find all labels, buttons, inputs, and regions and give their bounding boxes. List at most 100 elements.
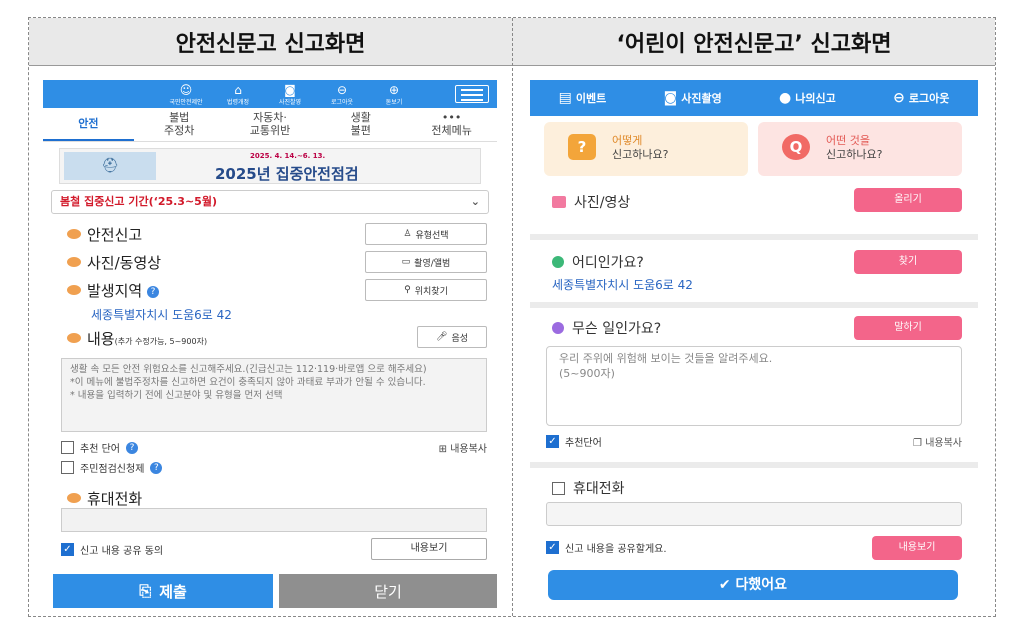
- content-textarea[interactable]: 우리 주위에 위험해 보이는 것들을 알려주세요. (5~900자): [546, 346, 962, 426]
- where-label: 어디인가요?: [552, 252, 644, 272]
- camera-icon: ◙: [663, 90, 678, 106]
- safety-report-label: 안전신고: [87, 226, 143, 244]
- top-bar: ☺ 국민안전제안 ⌂ 법령개정 ◙ 사진찰영 ⊖ 로그아웃 ⊕ 돋보기: [43, 80, 497, 108]
- orange-dot-icon: [67, 333, 81, 343]
- question-icon: ?: [568, 134, 596, 160]
- type-select-button[interactable]: ♙ 유형선택: [365, 223, 487, 245]
- what-to-report-card[interactable]: Q 어떤 것을 신고하나요?: [758, 122, 962, 176]
- upload-button[interactable]: 올리기: [854, 188, 962, 212]
- copy-content-button[interactable]: ⊞ 내용복사: [439, 440, 487, 455]
- hamburger-menu-icon[interactable]: [455, 85, 489, 103]
- phone-input[interactable]: [61, 508, 487, 532]
- done-button[interactable]: ✔ 다했어요: [548, 570, 958, 600]
- orange-dot-icon: [67, 285, 81, 295]
- share-agree-checkbox[interactable]: ✓ 신고 내용 공유 동의: [61, 542, 163, 557]
- mic-icon: 🎤︎: [436, 332, 448, 342]
- content-label: 내용(추가 수정가능, 5~900자): [87, 330, 208, 348]
- phone-label[interactable]: 휴대전화: [552, 478, 625, 498]
- help-icon[interactable]: ?: [146, 285, 159, 298]
- camera-album-button[interactable]: ▭ 촬영/앨범: [365, 251, 487, 273]
- copy-icon: ❐: [913, 438, 922, 449]
- recommend-word-checkbox[interactable]: 추천 단어?: [61, 440, 138, 455]
- banner-title: 2025년 집중안전점검: [215, 165, 359, 183]
- location-row: 발생지역 ? ⚲ 위치찾기: [43, 276, 497, 304]
- category-tabs: 안전 불법 주정차 자동차· 교통위반 생활 불편 ••• 전체메뉴: [43, 108, 497, 142]
- share-agree-checkbox[interactable]: ✓ 신고 내용을 공유할게요.: [546, 540, 667, 555]
- section-gap: [530, 462, 978, 468]
- search-icon: Q: [782, 134, 810, 160]
- law-icon[interactable]: ⌂ 법령개정: [215, 83, 261, 106]
- tab-all-menu[interactable]: ••• 전체메뉴: [406, 108, 497, 141]
- left-header: 안전신문고 신고화면: [175, 32, 366, 57]
- tab-illegal-parking[interactable]: 불법 주정차: [134, 108, 225, 141]
- content-textarea[interactable]: 생활 속 모든 안전 위험요소를 신고해주세요.(긴급신고는 112·119·바…: [61, 358, 487, 432]
- content-row: 내용(추가 수정가능, 5~900자) 🎤︎ 음성: [43, 324, 497, 352]
- view-content-button[interactable]: 내용보기: [371, 538, 487, 560]
- address-text: 세종특별자치시 도움6로 42: [552, 278, 693, 292]
- photo-video-label: 사진/동영상: [87, 254, 162, 272]
- address-row: 세종특별자치시 도움6로 42: [43, 304, 497, 324]
- orange-dot-icon: [67, 493, 81, 503]
- camera-icon[interactable]: ◙ 사진찰영: [267, 83, 313, 106]
- help-icon[interactable]: ?: [125, 441, 138, 454]
- tab-safety[interactable]: 안전: [43, 108, 134, 141]
- find-location-button[interactable]: ⚲ 위치찾기: [365, 279, 487, 301]
- magnifier-icon[interactable]: ⊕ 돋보기: [371, 83, 417, 106]
- photo-icon: [552, 196, 566, 208]
- tab-living-inconvenience[interactable]: 생활 불편: [315, 108, 406, 141]
- speak-button[interactable]: 말하기: [854, 316, 962, 340]
- phone-input[interactable]: [546, 502, 962, 526]
- section-gap: [530, 234, 978, 240]
- chevron-down-icon: ⌄: [470, 195, 480, 208]
- how-to-report-card[interactable]: ? 어떻게 신고하나요?: [544, 122, 748, 176]
- address-text: 세종특별자치시 도움6로 42: [91, 308, 232, 322]
- find-button[interactable]: 찾기: [854, 250, 962, 274]
- location-label: 발생지역 ?: [87, 280, 159, 301]
- orange-dot-icon: [67, 229, 81, 239]
- banner-logo: ⛑: [64, 152, 156, 180]
- recommend-word-checkbox[interactable]: ✓ 추천단어: [546, 434, 602, 449]
- person-icon: ♙: [403, 229, 412, 239]
- copy-content-button[interactable]: ❐ 내용복사: [913, 434, 962, 449]
- period-select[interactable]: 봄철 집중신고 기간(‘25.3~5월) ⌄: [51, 190, 489, 214]
- resident-request-checkbox[interactable]: 주민점검신청제?: [61, 460, 163, 475]
- logout-icon[interactable]: ⊖ 로그아웃: [319, 83, 365, 106]
- view-content-button[interactable]: 내용보기: [872, 536, 962, 560]
- photo-video-label: 사진/영상: [552, 192, 630, 212]
- section-gap: [530, 302, 978, 308]
- check-icon: ✔: [718, 577, 731, 593]
- submit-button[interactable]: ⎘ 제출: [53, 574, 273, 608]
- proposal-icon[interactable]: ☺ 국민안전제안: [163, 83, 209, 106]
- image-icon: ▭: [401, 257, 411, 267]
- lock-icon: ⊖: [893, 90, 905, 106]
- banner-dates: 2025. 4. 14.~6. 13.: [250, 152, 326, 160]
- close-button[interactable]: 닫기: [279, 574, 497, 608]
- safety-report-screen: ☺ 국민안전제안 ⌂ 법령개정 ◙ 사진찰영 ⊖ 로그아웃 ⊕ 돋보기 안전 불법 주정차…: [43, 80, 497, 610]
- right-header: ‘어린이 안전신문고’ 신고화면: [616, 32, 892, 57]
- pin-icon: ⚲: [404, 285, 411, 295]
- speech-bubble-icon: [552, 322, 564, 334]
- what-label: 무슨 일인가요?: [552, 318, 661, 338]
- safety-report-row: 안전신고 ♙ 유형선택: [43, 220, 497, 248]
- phone-checkbox: [552, 481, 565, 495]
- top-nav: ▤ 이벤트 ◙ 사진촬영 ● 나의신고 ⊖ 로그아웃: [530, 80, 978, 116]
- submit-icon: ⎘: [139, 582, 152, 600]
- voice-button[interactable]: 🎤︎ 음성: [417, 326, 487, 348]
- guide-cards: ? 어떻게 신고하나요? Q 어떤 것을 신고하나요?: [530, 122, 978, 188]
- child-safety-report-screen: ▤ 이벤트 ◙ 사진촬영 ● 나의신고 ⊖ 로그아웃 ? 어떻게 신고하나요? Q 어떤…: [530, 80, 978, 610]
- chat-icon: ●: [779, 90, 792, 106]
- photo-row: 사진/동영상 ▭ 촬영/앨범: [43, 248, 497, 276]
- pin-icon: [552, 256, 564, 268]
- nav-event[interactable]: ▤ 이벤트: [559, 90, 607, 106]
- nav-logout[interactable]: ⊖ 로그아웃: [893, 90, 949, 106]
- column-divider: [512, 18, 513, 616]
- campaign-banner[interactable]: ⛑ 2025. 4. 14.~6. 13. 2025년 집중안전점검: [59, 148, 481, 184]
- plus-box-icon: ⊞: [438, 444, 447, 455]
- nav-my-reports[interactable]: ● 나의신고: [779, 90, 836, 106]
- nav-camera[interactable]: ◙ 사진촬영: [664, 90, 722, 106]
- event-icon: ▤: [558, 90, 572, 106]
- orange-dot-icon: [67, 257, 81, 267]
- help-icon[interactable]: ?: [150, 461, 163, 474]
- tab-traffic-violation[interactable]: 자동차· 교통위반: [225, 108, 316, 141]
- phone-label: 휴대전화: [87, 490, 143, 508]
